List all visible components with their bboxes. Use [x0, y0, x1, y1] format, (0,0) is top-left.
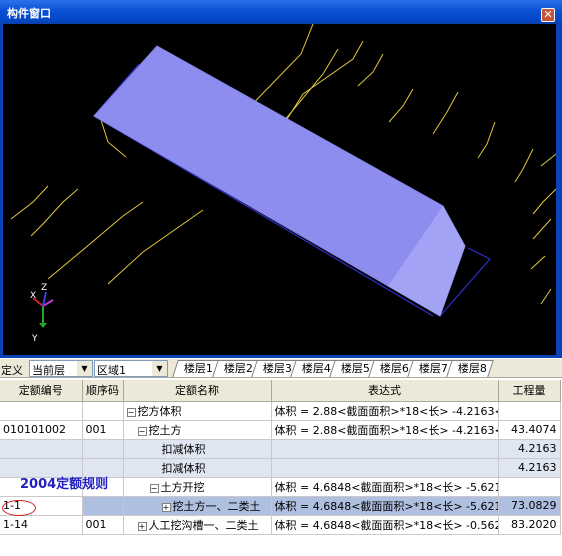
cell-seq[interactable]: [82, 439, 124, 459]
table-row[interactable]: 010101002 001 − 挖土方 体积 = 2.88<截面面积>*18<长>…: [0, 420, 561, 440]
cell-name[interactable]: − 挖方体积: [123, 401, 272, 421]
collapse-icon[interactable]: −: [149, 483, 159, 493]
collapse-icon[interactable]: −: [137, 426, 147, 436]
cell-quantity[interactable]: 4.2163: [498, 439, 561, 459]
collapse-icon[interactable]: −: [126, 407, 136, 417]
table-row[interactable]: 1-14 001 + 人工挖沟槽一、二类土 体积 = 4.6848<截面面积>*1…: [0, 515, 561, 535]
expand-icon[interactable]: +: [161, 502, 171, 512]
cell-code[interactable]: [0, 439, 83, 459]
expand-icon[interactable]: +: [137, 521, 147, 531]
area-select[interactable]: 区域1 ▼: [94, 360, 168, 377]
cell-quantity[interactable]: 4.2163: [498, 458, 561, 478]
tab-label: 楼层6: [379, 362, 409, 375]
column-header-name[interactable]: 定额名称: [123, 380, 272, 402]
cell-seq[interactable]: 001: [82, 515, 124, 535]
axis-label-z: Z: [41, 283, 48, 293]
cell-quantity[interactable]: [498, 401, 561, 421]
window-title: 构件窗口: [7, 7, 51, 20]
column-header-code[interactable]: 定额编号: [0, 380, 83, 402]
cell-code[interactable]: [0, 401, 83, 421]
wireframe-line: [47, 201, 144, 280]
tab-label: 楼层8: [457, 362, 487, 375]
highlight-circle: [2, 500, 36, 516]
cell-name[interactable]: 扣减体积: [123, 439, 272, 459]
cell-seq[interactable]: [82, 496, 124, 516]
close-icon[interactable]: ✕: [541, 8, 555, 22]
3d-viewport[interactable]: Z X Y: [3, 24, 556, 355]
cell-name[interactable]: + 人工挖沟槽一、二类土: [123, 515, 272, 535]
cell-code[interactable]: 010101002: [0, 420, 83, 440]
cell-name-text: 人工挖沟槽一、二类土: [148, 518, 259, 532]
cell-quantity[interactable]: 73.0829: [498, 496, 561, 516]
wireframe-line: [281, 40, 364, 128]
wireframe-line: [477, 121, 496, 159]
cell-name[interactable]: + 挖土方一、二类土: [123, 496, 272, 516]
wireframe-line: [278, 48, 339, 128]
tab-label: 楼层3: [262, 362, 292, 375]
definition-label: 定义: [1, 364, 23, 377]
axis-label-x: X: [30, 291, 37, 301]
cell-expression[interactable]: 体积 = 2.88<截面面积>*18<长> -4.2163<: [271, 401, 499, 421]
cell-name[interactable]: − 土方开挖: [123, 477, 272, 497]
wireframe-line: [540, 153, 556, 167]
column-header-expression[interactable]: 表达式: [271, 380, 499, 402]
layer-select[interactable]: 当前层 ▼: [29, 360, 93, 377]
cell-quantity[interactable]: 83.2020: [498, 515, 561, 535]
table-header: 定额编号 顺序码 定额名称 表达式 工程量: [0, 380, 561, 402]
table-row[interactable]: − 挖方体积 体积 = 2.88<截面面积>*18<长> -4.2163<: [0, 401, 561, 421]
cell-name-text: 挖土方: [148, 423, 182, 437]
table-row[interactable]: 扣减体积 4.2163: [0, 439, 561, 459]
cell-seq[interactable]: [82, 401, 124, 421]
table-row-selected[interactable]: 1-1 + 挖土方一、二类土 体积 = 4.6848<截面面积>*18<长> -5…: [0, 496, 561, 516]
tab-label: 楼层4: [301, 362, 331, 375]
wireframe-line: [432, 91, 459, 135]
tab-label: 楼层5: [340, 362, 370, 375]
cell-name[interactable]: 扣减体积: [123, 458, 272, 478]
cell-name[interactable]: − 挖土方: [123, 420, 272, 440]
tab-label: 楼层2: [223, 362, 253, 375]
wireframe-line: [107, 209, 204, 285]
quota-table: 定额编号 顺序码 定额名称 表达式 工程量 − 挖方体积 体积 = 2.88<截面…: [0, 380, 562, 556]
wireframe-line: [10, 185, 49, 220]
cell-name-text: 挖方体积: [137, 404, 182, 418]
cell-name-text: 挖土方一、二类土: [172, 499, 261, 513]
column-header-seq[interactable]: 顺序码: [82, 380, 124, 402]
cell-seq[interactable]: 001: [82, 420, 124, 440]
cell-quantity[interactable]: 43.4074: [498, 420, 561, 440]
wireframe-line: [532, 188, 556, 215]
cell-name-text: 土方开挖: [160, 480, 205, 494]
cell-quantity[interactable]: [498, 477, 561, 497]
wireframe-line: [357, 53, 384, 87]
wireframe-line: [514, 148, 534, 183]
cell-expression[interactable]: [271, 439, 499, 459]
component-window: 构件窗口 ✕ Z X Y: [0, 0, 562, 358]
column-header-quantity[interactable]: 工程量: [498, 380, 561, 402]
cell-expression[interactable]: 体积 = 2.88<截面面积>*18<长> -4.2163<: [271, 420, 499, 440]
wireframe-line: [530, 255, 546, 270]
area-select-value: 区域1: [97, 364, 126, 377]
wireframe-line: [532, 218, 552, 240]
wireframe-line: [388, 88, 414, 123]
window-titlebar[interactable]: 构件窗口 ✕: [0, 0, 562, 24]
tab-floor-8[interactable]: 楼层8: [446, 360, 494, 377]
floor-toolbar: 定义 当前层 ▼ 区域1 ▼ 楼层1 楼层2 楼层3 楼层4 楼层5 楼层6 楼…: [0, 358, 562, 378]
cell-expression[interactable]: 体积 = 4.6848<截面面积>*18<长> -5.621: [271, 496, 499, 516]
cell-expression[interactable]: [271, 458, 499, 478]
chevron-down-icon[interactable]: ▼: [152, 361, 167, 376]
tab-label: 楼层7: [418, 362, 448, 375]
cell-expression[interactable]: 体积 = 4.6848<截面面积>*18<长> -5.621: [271, 477, 499, 497]
axis-label-y: Y: [32, 334, 38, 344]
layer-select-value: 当前层: [32, 364, 65, 377]
wireframe-line: [540, 288, 552, 305]
viewport-canvas: [10, 24, 556, 328]
cell-expression[interactable]: 体积 = 4.6848<截面面积>*18<长> -0.562: [271, 515, 499, 535]
chevron-down-icon[interactable]: ▼: [77, 361, 92, 376]
cell-code[interactable]: 1-14: [0, 515, 83, 535]
quota-rule-watermark: 2004定额规则: [20, 477, 109, 492]
tab-label: 楼层1: [183, 362, 213, 375]
